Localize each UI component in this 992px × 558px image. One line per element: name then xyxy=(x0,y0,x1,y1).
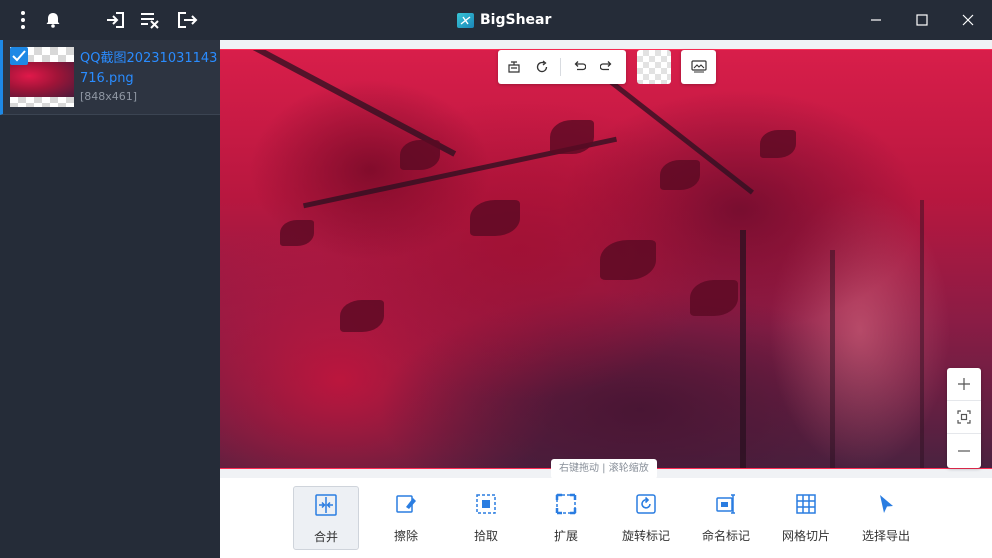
tool-bar: 合并 擦除 拾取 扩展 旋转标记 命名标记 网格切片 选择导出 xyxy=(220,478,992,558)
name-mark-icon xyxy=(714,492,738,516)
import-icon[interactable] xyxy=(103,8,127,32)
tool-label: 网格切片 xyxy=(781,529,830,543)
file-sidebar: QQ截图20231031143716.png [848x461] xyxy=(0,40,220,558)
fit-screen-icon[interactable] xyxy=(947,401,981,434)
image-canvas[interactable]: 右键拖动 | 滚轮缩放 xyxy=(220,40,992,479)
tool-erase[interactable]: 擦除 xyxy=(373,486,439,550)
preview-icon xyxy=(690,60,707,73)
expand-icon xyxy=(554,492,578,516)
redo-icon[interactable] xyxy=(593,53,621,81)
maximize-button[interactable] xyxy=(908,6,936,34)
tool-label: 选择导出 xyxy=(861,529,910,543)
bell-icon[interactable] xyxy=(41,8,65,32)
file-checkbox[interactable] xyxy=(10,47,28,65)
checkmark-icon xyxy=(12,50,26,62)
select-export-icon xyxy=(874,492,898,516)
tool-label: 合并 xyxy=(313,530,338,544)
tool-select-export[interactable]: 选择导出 xyxy=(853,486,919,550)
maximize-icon xyxy=(916,14,928,26)
minimize-icon xyxy=(871,19,881,21)
zoom-in-icon[interactable] xyxy=(947,368,981,401)
eraser-icon xyxy=(394,492,418,516)
usage-hint: 右键拖动 | 滚轮缩放 xyxy=(551,459,657,479)
app-title-text: BigShear xyxy=(480,12,552,28)
file-dimensions: [848x461] xyxy=(80,90,138,103)
tool-grid-slice[interactable]: 网格切片 xyxy=(773,486,839,550)
tool-label: 擦除 xyxy=(393,529,418,543)
tool-rotate-mark[interactable]: 旋转标记 xyxy=(613,486,679,550)
close-icon xyxy=(962,14,974,26)
close-button[interactable] xyxy=(954,6,982,34)
exit-icon[interactable] xyxy=(176,8,200,32)
tool-label: 命名标记 xyxy=(701,529,750,543)
rotate-icon[interactable] xyxy=(528,53,556,81)
merge-icon xyxy=(314,493,338,517)
tool-expand[interactable]: 扩展 xyxy=(533,486,599,550)
app-logo-icon xyxy=(457,12,474,28)
tool-pick[interactable]: 拾取 xyxy=(453,486,519,550)
tool-label: 扩展 xyxy=(553,529,578,543)
pick-icon xyxy=(474,492,498,516)
tool-name-mark[interactable]: 命名标记 xyxy=(693,486,759,550)
app-title: BigShear xyxy=(457,9,551,31)
file-list-item[interactable]: QQ截图20231031143716.png [848x461] xyxy=(0,40,220,115)
undo-icon[interactable] xyxy=(565,53,593,81)
more-vertical-icon[interactable] xyxy=(11,8,35,32)
tool-label: 旋转标记 xyxy=(621,529,670,543)
clear-list-icon[interactable] xyxy=(139,8,163,32)
image-edit-toolbar xyxy=(498,50,626,84)
zoom-controls xyxy=(947,368,981,468)
preview-button[interactable] xyxy=(681,50,716,84)
fit-icon[interactable] xyxy=(500,53,528,81)
image-preview[interactable] xyxy=(220,49,992,469)
title-bar: BigShear xyxy=(0,0,992,40)
transparent-bg-icon[interactable] xyxy=(637,50,671,84)
minimize-button[interactable] xyxy=(862,6,890,34)
zoom-out-icon[interactable] xyxy=(947,434,981,467)
rotate-mark-icon xyxy=(634,492,658,516)
tool-label: 拾取 xyxy=(473,529,498,543)
grid-slice-icon xyxy=(794,492,818,516)
tool-merge[interactable]: 合并 xyxy=(293,486,359,550)
file-name: QQ截图20231031143716.png xyxy=(80,51,218,86)
